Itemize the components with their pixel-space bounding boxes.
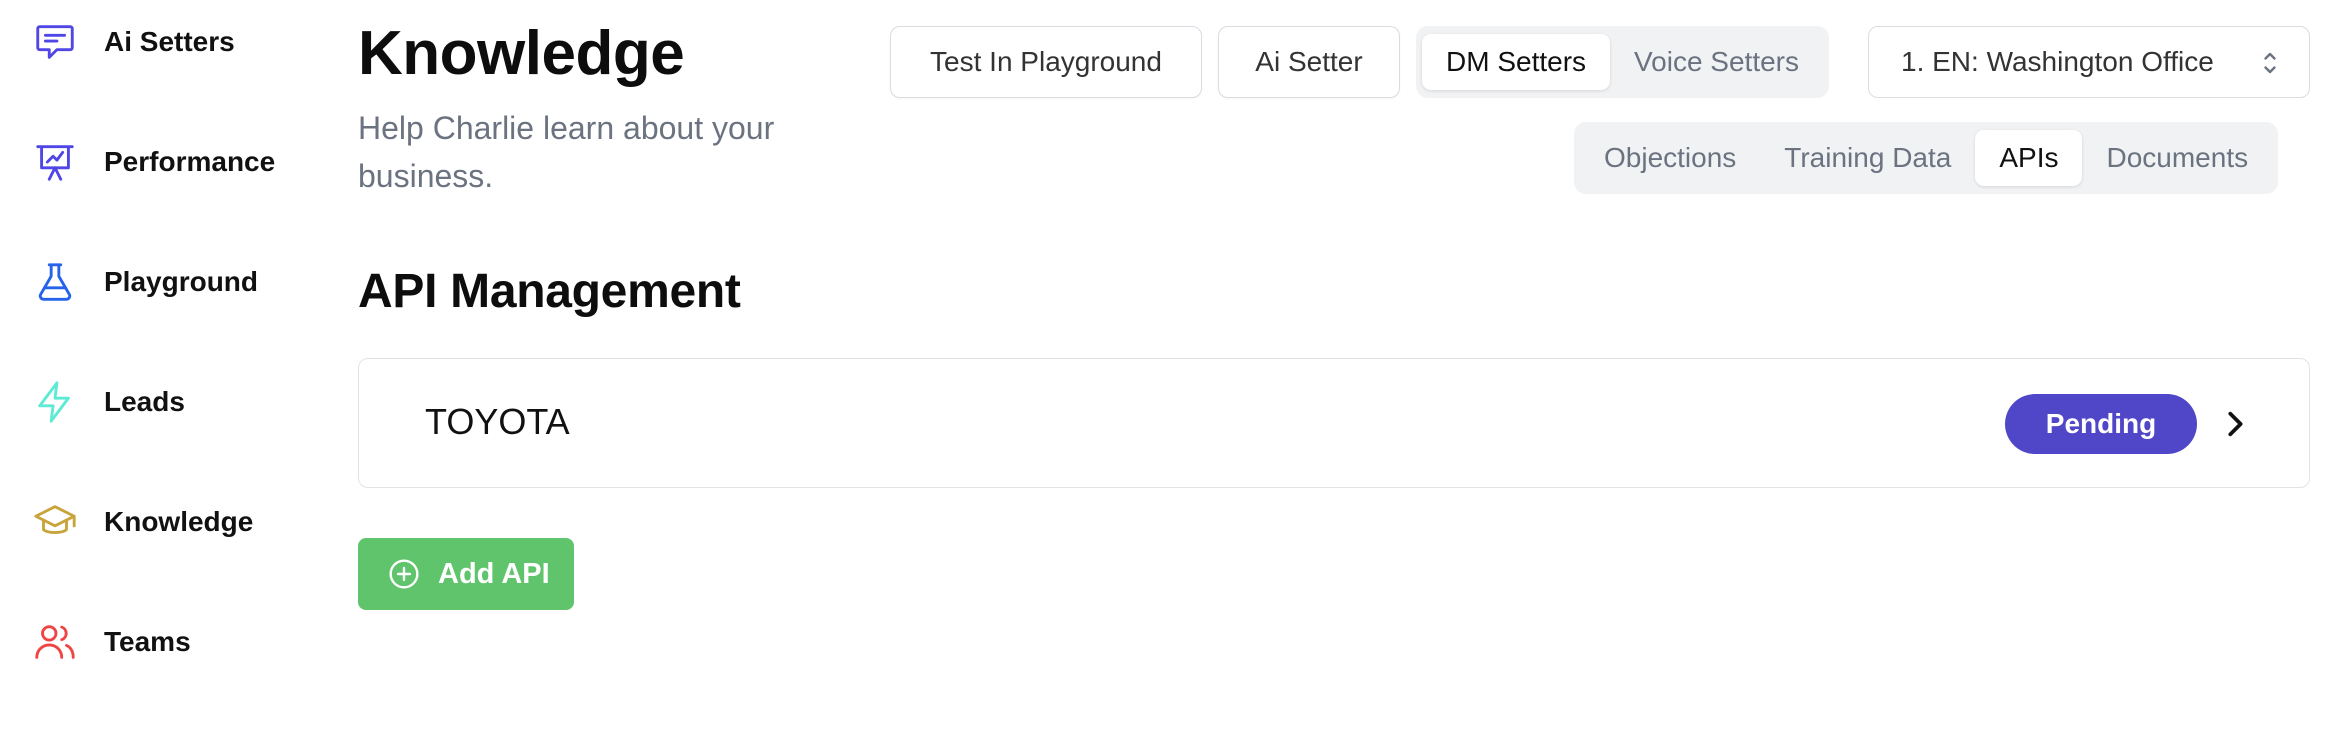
sidebar-item-label: Ai Setters: [104, 26, 235, 57]
tab-training-data[interactable]: Training Data: [1760, 130, 1975, 186]
status-badge: Pending: [2005, 394, 2197, 454]
tab-voice-setters[interactable]: Voice Setters: [1610, 34, 1823, 90]
tab-objections[interactable]: Objections: [1580, 130, 1760, 186]
sidebar-item-label: Playground: [104, 266, 259, 297]
presentation-chart-icon: [30, 137, 80, 187]
graduation-cap-icon: [30, 497, 80, 547]
chevron-up-down-icon: [2264, 52, 2276, 74]
app: Ai Setters Performance Playground Leads …: [0, 0, 2330, 734]
api-list-item[interactable]: TOYOTA Pending: [358, 358, 2310, 488]
add-api-label: Add API: [438, 557, 550, 590]
chat-bubble-icon: [30, 17, 80, 67]
ai-setter-button[interactable]: Ai Setter: [1218, 26, 1400, 98]
chevron-right-icon[interactable]: [2225, 409, 2245, 439]
sidebar-item-knowledge[interactable]: Knowledge: [30, 492, 253, 552]
sidebar-item-leads[interactable]: Leads: [30, 372, 185, 432]
users-icon: [30, 617, 80, 667]
sidebar-item-performance[interactable]: Performance: [30, 132, 275, 192]
sidebar-item-playground[interactable]: Playground: [30, 252, 258, 312]
tab-dm-setters[interactable]: DM Setters: [1422, 34, 1611, 90]
section-title: API Management: [358, 265, 741, 318]
plus-circle-icon: [389, 559, 419, 589]
page-subtitle: Help Charlie learn about your business.: [358, 110, 775, 194]
sidebar-item-label: Knowledge: [104, 506, 254, 537]
beaker-icon: [30, 257, 80, 307]
setter-type-toggle: DM Setters Voice Setters: [1416, 26, 1830, 98]
office-select-value: 1. EN: Washington Office: [1901, 46, 2214, 77]
tab-apis[interactable]: APIs: [1975, 130, 2083, 186]
sidebar: Ai Setters Performance Playground Leads …: [0, 0, 330, 734]
sidebar-item-label: Performance: [104, 146, 276, 177]
tab-documents[interactable]: Documents: [2082, 130, 2272, 186]
sidebar-item-label: Leads: [104, 386, 185, 417]
lightning-bolt-icon: [30, 377, 80, 427]
sidebar-item-label: Teams: [104, 626, 191, 657]
api-name: TOYOTA: [425, 401, 570, 442]
add-api-button[interactable]: Add API: [358, 538, 574, 610]
knowledge-tabs: Objections Training Data APIs Documents: [1574, 122, 2279, 194]
office-select[interactable]: 1. EN: Washington Office: [1868, 26, 2310, 98]
sidebar-item-teams[interactable]: Teams: [30, 612, 191, 672]
sidebar-item-ai-setters[interactable]: Ai Setters: [30, 12, 235, 72]
test-in-playground-button[interactable]: Test In Playground: [890, 26, 1202, 98]
page-title: Knowledge: [358, 19, 685, 88]
